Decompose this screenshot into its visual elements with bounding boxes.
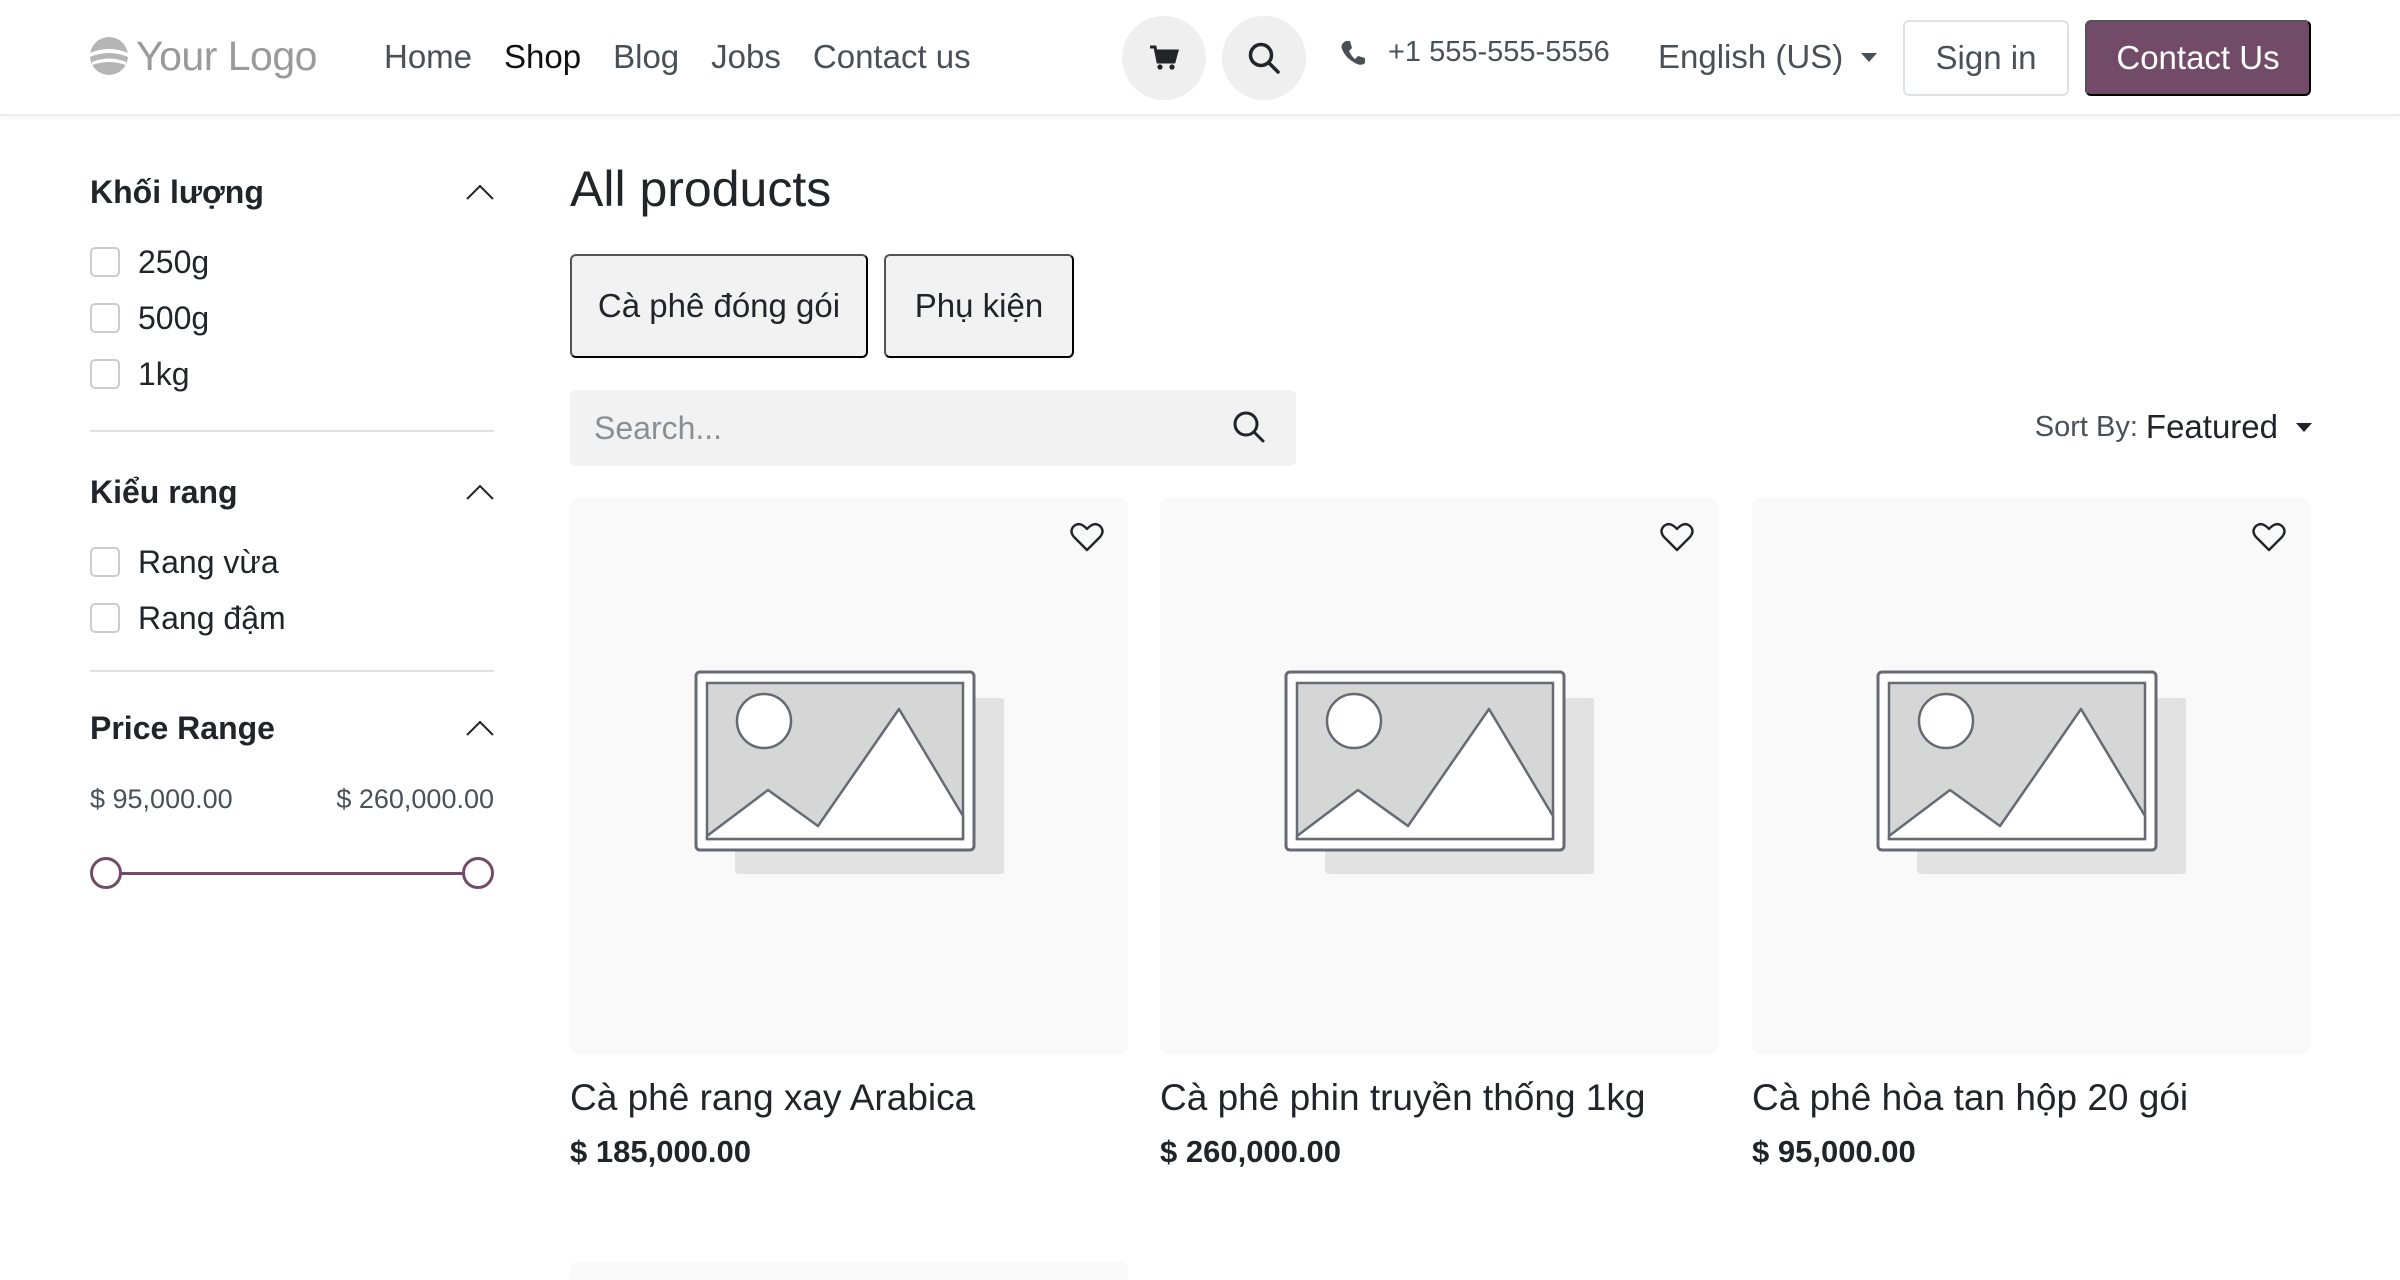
checkbox[interactable]	[90, 303, 120, 333]
filter-group-price: Price Range $ 95,000.00 $ 260,000.00	[90, 672, 494, 903]
image-placeholder-icon	[1876, 670, 2186, 874]
caret-down-icon	[1861, 52, 1878, 62]
contact-us-button[interactable]: Contact Us	[2085, 20, 2311, 96]
product-image[interactable]	[570, 498, 1128, 1054]
sign-in-button[interactable]: Sign in	[1903, 20, 2069, 96]
sort-label: Sort By:	[2034, 410, 2138, 443]
product-name[interactable]: Cà phê phin truyền thống 1kg	[1160, 1072, 1718, 1124]
sort-dropdown[interactable]: Sort By: Featured	[2035, 408, 2312, 446]
search-input[interactable]	[594, 409, 1194, 447]
product-image[interactable]	[1160, 498, 1718, 1054]
price-slider[interactable]	[90, 843, 494, 903]
chevron-up-icon	[466, 484, 494, 500]
product-card[interactable]: Cà phê hòa tan hộp 20 gói $ 95,000.00	[1752, 498, 2310, 1170]
filter-option-250g[interactable]: 250g	[90, 234, 494, 290]
language-selector[interactable]: English (US)	[1658, 34, 1878, 80]
wishlist-heart-icon[interactable]	[2252, 522, 2286, 552]
caret-down-icon	[2296, 422, 2312, 432]
product-name[interactable]: Cà phê rang xay Arabica	[570, 1072, 1128, 1124]
main-nav: Home Shop Blog Jobs Contact us	[384, 34, 1003, 80]
chevron-up-icon	[466, 720, 494, 736]
product-search	[570, 390, 1296, 466]
option-label: Rang đậm	[138, 599, 286, 636]
product-card-partial[interactable]	[570, 1262, 1128, 1280]
checkbox[interactable]	[90, 359, 120, 389]
header-search-button[interactable]	[1222, 16, 1306, 100]
site-header: Your Logo Home Shop Blog Jobs Contact us…	[0, 0, 2400, 116]
slider-handle-max[interactable]	[462, 857, 494, 889]
filter-title: Khối lượng	[90, 173, 264, 210]
price-values: $ 95,000.00 $ 260,000.00	[90, 784, 494, 815]
option-label: Rang vừa	[138, 543, 279, 580]
logo-icon	[90, 37, 128, 75]
filter-title: Price Range	[90, 709, 275, 746]
product-card[interactable]: Cà phê phin truyền thống 1kg $ 260,000.0…	[1160, 498, 1718, 1170]
filter-option-dark-roast[interactable]: Rang đậm	[90, 590, 494, 646]
wishlist-heart-icon[interactable]	[1070, 522, 1104, 552]
filter-option-500g[interactable]: 500g	[90, 290, 494, 346]
filter-option-1kg[interactable]: 1kg	[90, 346, 494, 402]
cart-button[interactable]	[1122, 16, 1206, 100]
nav-blog[interactable]: Blog	[613, 34, 679, 80]
slider-track	[106, 872, 478, 875]
product-card[interactable]: Cà phê rang xay Arabica $ 185,000.00	[570, 498, 1128, 1170]
sort-value: Featured	[2145, 408, 2278, 445]
nav-contact[interactable]: Contact us	[813, 34, 971, 80]
image-placeholder-icon	[1284, 670, 1594, 874]
nav-shop[interactable]: Shop	[504, 34, 581, 80]
search-icon[interactable]	[1232, 410, 1266, 444]
price-min: $ 95,000.00	[90, 784, 233, 814]
product-name[interactable]: Cà phê hòa tan hộp 20 gói	[1752, 1072, 2310, 1124]
product-price: $ 185,000.00	[570, 1134, 752, 1169]
search-icon	[1248, 42, 1280, 74]
logo[interactable]: Your Logo	[88, 30, 317, 82]
product-price: $ 260,000.00	[1160, 1134, 1342, 1169]
filter-group-roast: Kiểu rang Rang vừa Rang đậm	[90, 432, 494, 672]
filter-title: Kiểu rang	[90, 473, 238, 510]
filter-option-medium-roast[interactable]: Rang vừa	[90, 534, 494, 590]
wishlist-heart-icon[interactable]	[1660, 522, 1694, 552]
option-label: 1kg	[138, 355, 190, 392]
checkbox[interactable]	[90, 547, 120, 577]
filter-header-price[interactable]: Price Range	[90, 686, 494, 770]
language-label: English (US)	[1658, 38, 1844, 75]
filter-sidebar: Khối lượng 250g 500g 1kg Kiểu rang Rang …	[90, 150, 494, 903]
phone-icon	[1341, 40, 1365, 65]
option-label: 500g	[138, 299, 210, 336]
slider-handle-min[interactable]	[90, 857, 122, 889]
option-label: 250g	[138, 243, 210, 280]
page-title: All products	[570, 161, 832, 217]
checkbox[interactable]	[90, 603, 120, 633]
nav-jobs[interactable]: Jobs	[711, 34, 781, 80]
filter-group-weight: Khối lượng 250g 500g 1kg	[90, 150, 494, 432]
phone-number: +1 555-555-5556	[1388, 36, 1610, 68]
cart-icon	[1150, 45, 1179, 70]
phone-link[interactable]: +1 555-555-5556	[1340, 36, 1610, 69]
category-accessories[interactable]: Phụ kiện	[884, 254, 1074, 358]
filter-header-roast[interactable]: Kiểu rang	[90, 450, 494, 534]
chevron-up-icon	[466, 184, 494, 200]
checkbox[interactable]	[90, 247, 120, 277]
filter-header-weight[interactable]: Khối lượng	[90, 150, 494, 234]
nav-home[interactable]: Home	[384, 34, 472, 80]
price-max: $ 260,000.00	[336, 784, 494, 814]
category-packaged-coffee[interactable]: Cà phê đóng gói	[570, 254, 868, 358]
logo-text: Your Logo	[136, 32, 317, 79]
image-placeholder-icon	[694, 670, 1004, 874]
product-price: $ 95,000.00	[1752, 1134, 1916, 1169]
product-image[interactable]	[1752, 498, 2310, 1054]
